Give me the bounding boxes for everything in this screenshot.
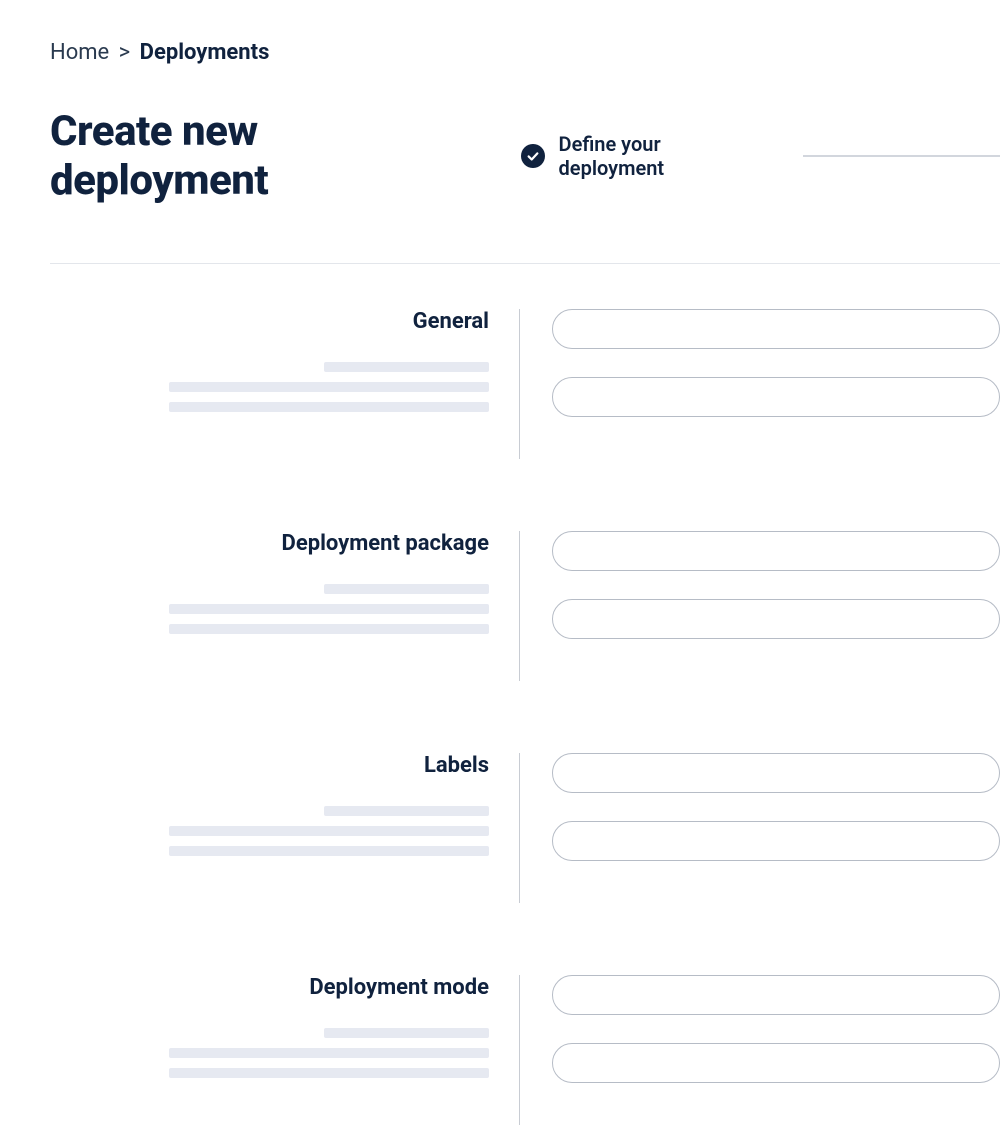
skeleton-line [169,382,489,392]
section-title-package: Deployment package [282,531,489,556]
skeleton-line [169,846,489,856]
labels-input-2[interactable] [552,821,1000,861]
skeleton-line [324,806,489,816]
section-labels-fields [520,753,1000,903]
skeleton-line [169,624,489,634]
section-general: General [50,309,1000,459]
general-input-1[interactable] [552,309,1000,349]
skeleton-line [169,402,489,412]
mode-input-2[interactable] [552,1043,1000,1083]
page-title: Create new deployment [50,107,481,205]
skeleton-line [324,362,489,372]
breadcrumb: Home > Deployments [50,40,1000,65]
package-input-1[interactable] [552,531,1000,571]
skeleton-line [324,584,489,594]
section-mode-label-area: Deployment mode [50,975,520,1125]
section-general-fields [520,309,1000,459]
step-connector [803,155,1000,157]
section-package-fields [520,531,1000,681]
section-mode: Deployment mode [50,975,1000,1125]
breadcrumb-separator: > [119,40,131,65]
breadcrumb-current[interactable]: Deployments [140,40,270,65]
section-title-mode: Deployment mode [309,975,489,1000]
package-input-2[interactable] [552,599,1000,639]
skeleton-line [169,1048,489,1058]
breadcrumb-home[interactable]: Home [50,40,109,65]
section-general-label-area: General [50,309,520,459]
section-package-label-area: Deployment package [50,531,520,681]
section-title-labels: Labels [424,753,489,778]
skeleton-line [169,604,489,614]
section-labels: Labels [50,753,1000,903]
section-package: Deployment package [50,531,1000,681]
labels-input-1[interactable] [552,753,1000,793]
step-label: Define your deployment [559,132,769,180]
skeleton-line [169,1068,489,1078]
wizard-stepper: Define your deployment [521,132,1000,180]
header-divider [50,263,1000,264]
skeleton-line [169,826,489,836]
page-header: Create new deployment Define your deploy… [50,107,1000,205]
section-labels-label-area: Labels [50,753,520,903]
general-input-2[interactable] [552,377,1000,417]
check-circle-icon [521,144,545,168]
section-mode-fields [520,975,1000,1125]
section-title-general: General [413,309,489,334]
skeleton-line [324,1028,489,1038]
mode-input-1[interactable] [552,975,1000,1015]
